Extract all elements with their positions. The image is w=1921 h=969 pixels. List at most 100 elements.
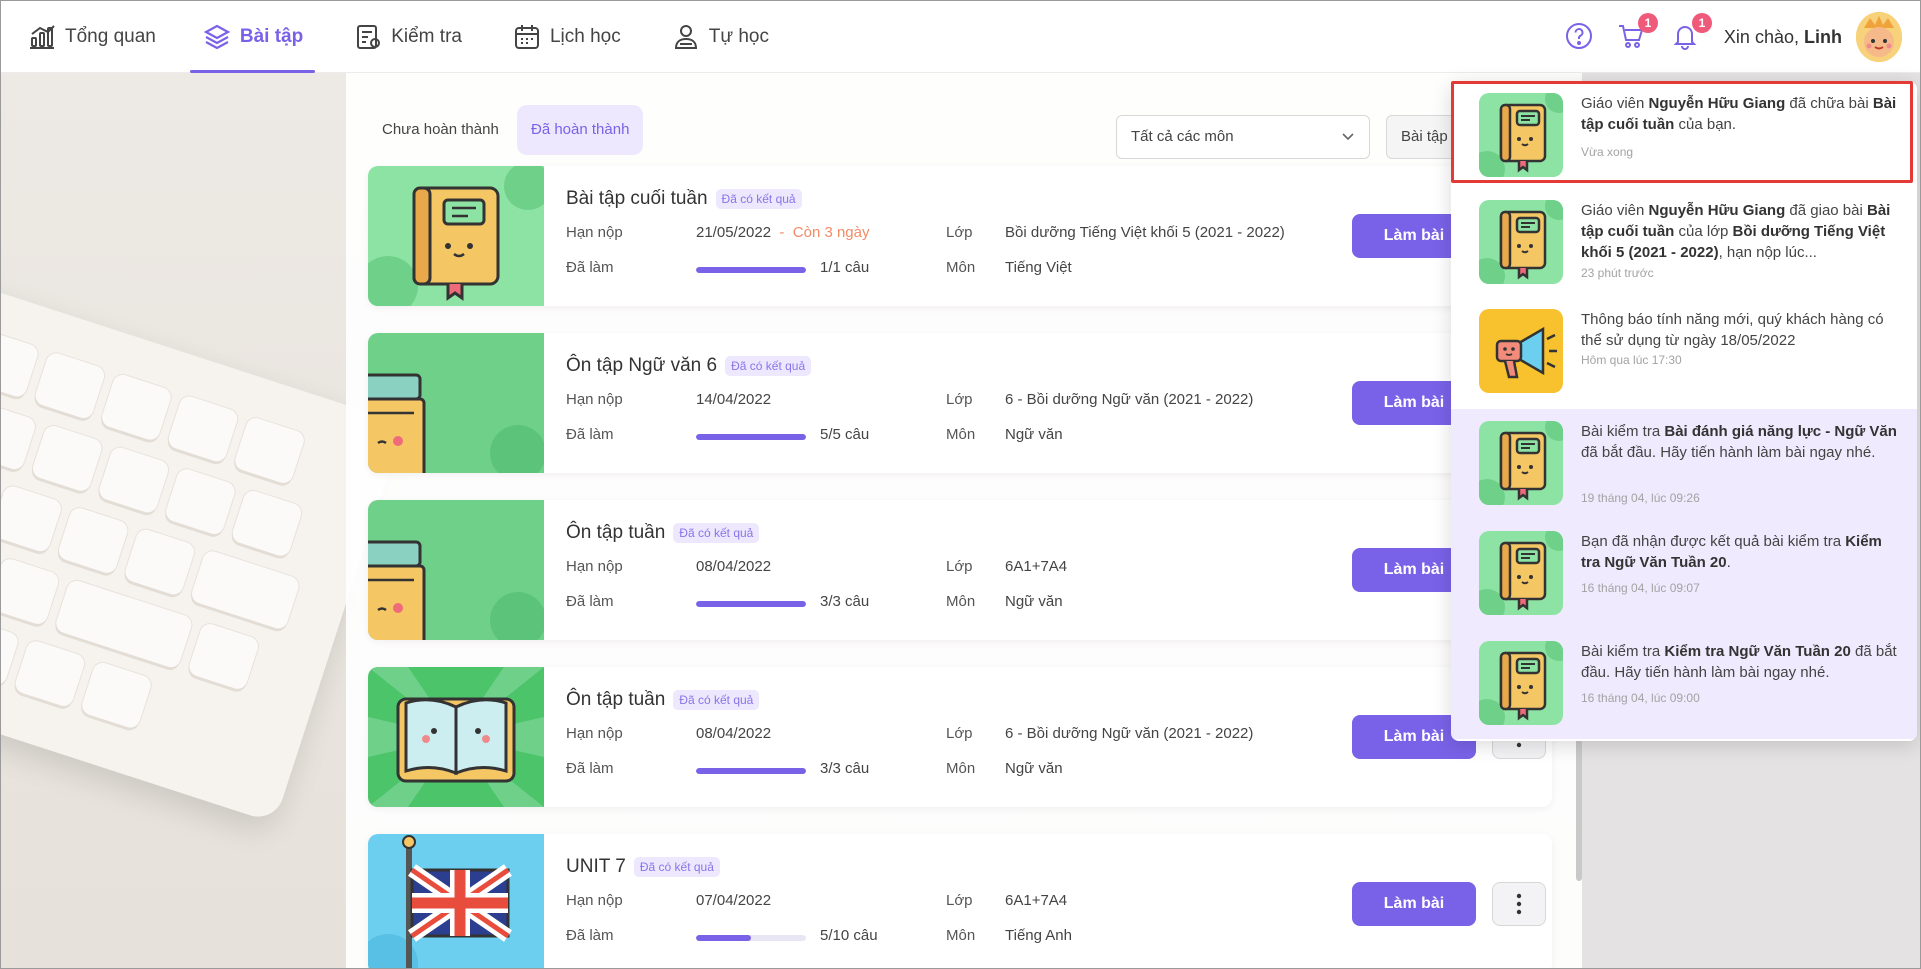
class-value: 6 - Bồi dưỡng Ngữ văn (2021 - 2022)	[1005, 725, 1254, 742]
notification-text: Bài kiểm tra Kiểm tra Ngữ Văn Tuần 20 đã…	[1581, 641, 1899, 683]
nav-label: Kiểm tra	[391, 25, 462, 47]
nav-item-kiem-tra[interactable]: Kiểm tra	[341, 1, 474, 73]
tab-complete[interactable]: Đã hoàn thành	[517, 105, 644, 155]
book-character-icon	[1479, 200, 1563, 284]
progress-fill	[696, 935, 751, 941]
notification-item[interactable]: Giáo viên Nguyễn Hữu Giang đã giao bài B…	[1451, 188, 1917, 298]
subject-value: Tiếng Anh	[1005, 927, 1072, 944]
progress-bar	[696, 267, 806, 273]
done-label: Đã làm	[566, 426, 614, 443]
subject-value: Ngữ văn	[1005, 760, 1063, 777]
nav-item-tong-quan[interactable]: Tổng quan	[15, 1, 168, 73]
card-title-text[interactable]: Ôn tập tuần	[566, 522, 665, 544]
notification-text: Giáo viên Nguyễn Hữu Giang đã giao bài B…	[1581, 200, 1899, 263]
notification-time: 19 tháng 04, lúc 09:26	[1581, 491, 1700, 505]
notification-segment: , hạn nộp lúc...	[1718, 244, 1817, 261]
help-button[interactable]	[1564, 21, 1596, 53]
done-label: Đã làm	[566, 259, 614, 276]
progress-bar	[696, 601, 806, 607]
nav-right: 1 1 Xin chào, Linh	[1550, 1, 1902, 73]
notification-segment: Giáo viên	[1581, 95, 1649, 112]
deadline-date: 07/04/2022	[696, 892, 772, 909]
book-character-icon	[1479, 531, 1563, 615]
remaining-time: Còn 3 ngày	[792, 224, 870, 241]
notification-segment: đã giao bài	[1785, 202, 1867, 219]
notification-item[interactable]: Bạn đã nhận được kết quả bài kiểm tra Ki…	[1451, 519, 1917, 629]
progress-text: 3/3 câu	[820, 760, 870, 777]
do-assignment-button[interactable]: Làm bài	[1352, 882, 1476, 926]
notification-item[interactable]: Bài kiểm tra Kiểm tra Ngữ Văn Tuần 20 đã…	[1451, 629, 1917, 739]
notification-item[interactable]: Thông báo tính năng mới, quý khách hàng …	[1451, 297, 1917, 401]
assignment-card: Ôn tập Ngữ văn 6 Đã có kết quả Hạn nộp 1…	[368, 333, 1552, 473]
subject-select-value: Tất cả các môn	[1131, 128, 1234, 145]
notification-time: 16 tháng 04, lúc 09:00	[1581, 691, 1700, 705]
class-value: 6A1+7A4	[1005, 892, 1068, 909]
nav-label: Lịch học	[549, 25, 621, 47]
notification-emphasis: Kiểm tra Ngữ Văn Tuần 20	[1664, 643, 1851, 660]
deadline-label: Hạn nộp	[566, 391, 623, 408]
card-title-text[interactable]: Ôn tập Ngữ văn 6	[566, 355, 717, 377]
notification-segment: của lớp	[1674, 223, 1733, 240]
notification-panel: Giáo viên Nguyễn Hữu Giang đã chữa bài B…	[1451, 81, 1917, 741]
notification-emphasis: Bài đánh giá năng lực - Ngữ Văn	[1664, 423, 1897, 440]
progress-fill	[696, 768, 806, 774]
kebab-icon	[1516, 893, 1522, 915]
card-title: UNIT 7 Đã có kết quả	[566, 856, 720, 878]
card-title-text[interactable]: Bài tập cuối tuần	[566, 188, 708, 210]
class-value: Bồi dưỡng Tiếng Việt khối 5 (2021 - 2022…	[1005, 224, 1285, 241]
deadline-date: 21/05/2022	[696, 224, 772, 241]
notification-item[interactable]: Giáo viên Nguyễn Hữu Giang đã chữa bài B…	[1451, 81, 1917, 191]
progress-text: 1/1 câu	[820, 259, 870, 276]
progress-bar	[696, 768, 806, 774]
nav-item-lich-hoc[interactable]: Lịch học	[500, 1, 633, 73]
tab-incomplete[interactable]: Chưa hoàn thành	[368, 105, 513, 155]
notification-segment: Bạn đã nhận được kết quả bài kiểm tra	[1581, 533, 1846, 550]
notification-text: Bài kiểm tra Bài đánh giá năng lực - Ngữ…	[1581, 421, 1899, 463]
assignment-card: Bài tập cuối tuần Đã có kết quả Hạn nộp …	[368, 166, 1552, 306]
calendar-icon	[514, 24, 539, 49]
notification-segment: của bạn.	[1674, 116, 1737, 133]
greeting-text: Xin chào,	[1723, 26, 1799, 47]
notification-segment: .	[1726, 554, 1731, 571]
nav-item-tu-hoc[interactable]: Tự học	[659, 1, 781, 73]
notification-text: Giáo viên Nguyễn Hữu Giang đã chữa bài B…	[1581, 93, 1899, 135]
greeting: Xin chào, Linh	[1724, 27, 1842, 48]
status-badge: Đã có kết quả	[725, 356, 812, 376]
progress-text: 3/3 câu	[820, 593, 870, 610]
book-character-thumbnail	[368, 166, 552, 306]
done-label: Đã làm	[566, 760, 614, 777]
more-options-button[interactable]	[1492, 882, 1546, 926]
help-icon	[1565, 23, 1592, 49]
class-label: Lớp	[946, 558, 973, 575]
progress-text: 5/5 câu	[820, 426, 870, 443]
card-title-text[interactable]: UNIT 7	[566, 856, 626, 878]
notification-segment: Bài kiểm tra	[1581, 643, 1665, 660]
subject-select[interactable]: Tất cả các môn	[1116, 115, 1370, 159]
notification-time: 23 phút trước	[1581, 266, 1654, 280]
deadline-separator: -	[779, 224, 785, 241]
deadline-label: Hạn nộp	[566, 892, 623, 909]
progress-bar	[696, 935, 806, 941]
notification-time: Hôm qua lúc 17:30	[1581, 353, 1682, 367]
avatar[interactable]	[1856, 12, 1902, 62]
type-select-value: Bài tập	[1401, 128, 1448, 145]
nav-label: Bài tập	[239, 25, 304, 47]
nav-item-bai-tap[interactable]: Bài tập	[189, 1, 316, 73]
deadline-date: 08/04/2022	[696, 725, 772, 742]
progress-text: 5/10 câu	[820, 927, 878, 944]
notification-item[interactable]: Bài kiểm tra Bài đánh giá năng lực - Ngữ…	[1451, 409, 1917, 519]
subject-value: Ngữ văn	[1005, 426, 1063, 443]
progress-fill	[696, 267, 806, 273]
notification-emphasis: Nguyễn Hữu Giang	[1648, 95, 1786, 112]
card-title-text[interactable]: Ôn tập tuần	[566, 689, 665, 711]
subject-value: Ngữ văn	[1005, 593, 1063, 610]
assignment-card: Ôn tập tuần Đã có kết quả Hạn nộp 08/04/…	[368, 500, 1552, 640]
status-badge: Đã có kết quả	[715, 189, 802, 209]
layers-icon	[203, 24, 231, 49]
subject-value: Tiếng Việt	[1005, 259, 1072, 276]
progress-fill	[696, 601, 806, 607]
progress-bar	[696, 434, 806, 440]
subject-label: Môn	[946, 927, 976, 944]
cart-button[interactable]: 1	[1616, 13, 1658, 53]
notification-button[interactable]: 1	[1670, 13, 1712, 53]
